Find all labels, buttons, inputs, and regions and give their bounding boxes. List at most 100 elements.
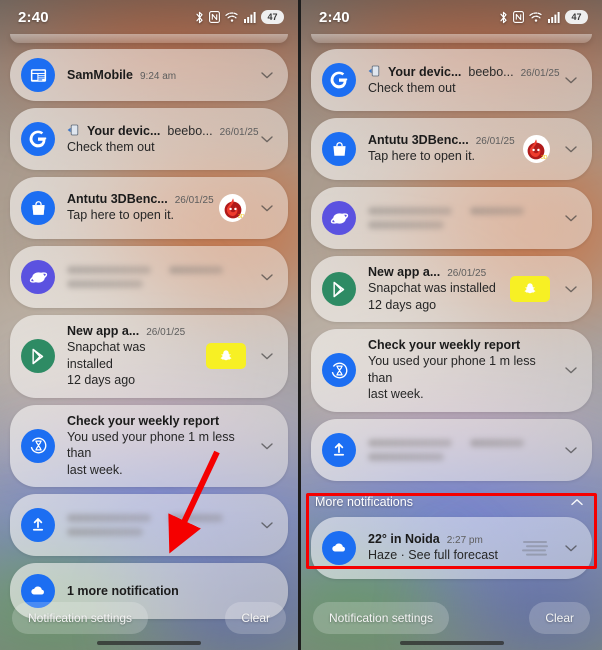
notification-subtitle: beebo...	[468, 65, 514, 80]
status-clock: 2:40	[319, 8, 350, 26]
notification-body: New app a... 26/01/25 Snapchat was insta…	[67, 324, 194, 389]
bluetooth-icon	[499, 11, 508, 24]
notification-time: 26/01/25	[447, 268, 487, 279]
chevron-up-icon[interactable]	[568, 493, 586, 511]
notification-play-store-new-app[interactable]: New app a... 26/01/25 Snapchat was insta…	[311, 256, 592, 322]
shade-handle-left[interactable]	[10, 34, 288, 43]
snapchat-ghost-icon	[206, 343, 246, 370]
weather-cloud-icon	[322, 530, 356, 565]
battery-icon: 47	[565, 10, 588, 24]
chevron-down-icon[interactable]	[258, 130, 276, 148]
notification-sammobile[interactable]: SamMobile 9:24 am	[10, 49, 288, 101]
status-icons: 47	[499, 10, 588, 24]
signal-icon	[244, 11, 256, 23]
notification-body: New app a... 26/01/25 Snapchat was insta…	[368, 265, 498, 313]
upload-arrow-icon	[21, 508, 55, 542]
notification-time: 9:24 am	[140, 71, 177, 82]
chevron-down-icon[interactable]	[562, 209, 580, 227]
redacted-content	[368, 207, 550, 229]
notification-body: 1 more notification	[67, 584, 276, 598]
nfc-icon	[209, 11, 220, 23]
notification-title: 22° in Noida	[368, 531, 440, 546]
notification-body: Your devic... beebo... 26/01/25 Check th…	[67, 122, 259, 156]
status-clock: 2:40	[18, 8, 49, 26]
chevron-down-icon[interactable]	[562, 539, 580, 557]
notification-software-update-redacted[interactable]	[10, 494, 288, 556]
notification-title: SamMobile	[67, 68, 133, 82]
notification-time: 26/01/25	[475, 136, 515, 148]
notification-body: Antutu 3DBenc... 26/01/25 Tap here to op…	[368, 133, 515, 165]
hourglass-icon	[21, 428, 55, 463]
notification-samsung-internet-redacted[interactable]	[311, 187, 592, 249]
notification-google-your-devices[interactable]: Your devic... beebo... 26/01/25 Check th…	[10, 108, 288, 170]
clear-button[interactable]: Clear	[529, 602, 590, 634]
device-icon	[368, 64, 380, 77]
redacted-content	[67, 266, 246, 288]
clear-button[interactable]: Clear	[225, 602, 286, 634]
status-bar-left: 2:40 47	[0, 0, 298, 34]
notification-time: 26/01/25	[146, 327, 186, 338]
chevron-down-icon[interactable]	[562, 71, 580, 89]
notification-text: You used your phone 1 m less than last w…	[368, 354, 536, 401]
chevron-down-icon[interactable]	[562, 441, 580, 459]
notification-text: Snapchat was installed 12 days ago	[368, 281, 496, 312]
chevron-down-icon[interactable]	[258, 199, 276, 217]
svg-text:3D: 3D	[541, 155, 548, 161]
chevron-down-icon[interactable]	[562, 361, 580, 379]
notification-body: Check your weekly report You used your p…	[368, 338, 550, 403]
notification-samsung-internet-redacted[interactable]	[10, 246, 288, 308]
chevron-down-icon[interactable]	[562, 140, 580, 158]
chevron-down-icon[interactable]	[258, 66, 276, 84]
notification-settings-button[interactable]: Notification settings	[12, 602, 149, 634]
newspaper-icon	[21, 58, 55, 92]
notification-time: 2:27 pm	[446, 534, 483, 546]
redacted-content	[67, 514, 246, 536]
notification-settings-button[interactable]: Notification settings	[313, 602, 450, 634]
more-notifications-header[interactable]: More notifications	[311, 493, 592, 511]
notification-body: Antutu 3DBenc... 26/01/25 Tap here to op…	[67, 192, 214, 224]
google-g-icon	[21, 122, 55, 156]
galaxy-store-bag-icon	[322, 132, 356, 166]
notification-text: Snapchat was installed 12 days ago	[67, 340, 146, 387]
notification-weather-noida[interactable]: 22° in Noida 2:27 pm Haze · See full for…	[311, 516, 592, 579]
notification-digital-wellbeing[interactable]: Check your weekly report You used your p…	[10, 404, 288, 487]
gesture-navbar[interactable]	[399, 641, 504, 645]
notification-play-store-new-app[interactable]: New app a... 26/01/25 Snapchat was insta…	[10, 315, 288, 398]
notification-text: Check them out	[368, 81, 456, 96]
samsung-internet-icon	[21, 260, 55, 294]
notification-title: Antutu 3DBenc...	[67, 192, 168, 207]
play-store-icon	[322, 272, 356, 306]
notification-text: Tap here to open it.	[368, 149, 476, 164]
shade-handle-right[interactable]	[311, 34, 592, 43]
upload-arrow-icon	[322, 432, 356, 467]
notification-google-your-devices[interactable]: Your devic... beebo... 26/01/25 Check th…	[311, 49, 592, 111]
chevron-down-icon[interactable]	[562, 280, 580, 298]
right-phone-panel: 2:40 47 Your devic... beebo... 26/01/25 …	[301, 0, 602, 650]
notification-digital-wellbeing[interactable]: Check your weekly report You used your p…	[311, 329, 592, 412]
notification-body: SamMobile 9:24 am	[67, 68, 246, 82]
svg-text:3D: 3D	[238, 214, 245, 220]
notification-body: Your devic... beebo... 26/01/25 Check th…	[368, 63, 560, 97]
gesture-navbar[interactable]	[97, 641, 201, 645]
notification-text: Tap here to open it.	[67, 208, 175, 223]
notification-body: 22° in Noida 2:27 pm Haze · See full for…	[368, 532, 508, 564]
chevron-down-icon[interactable]	[258, 268, 276, 286]
notification-title: New app a...	[67, 324, 140, 338]
notification-list-right: Your devic... beebo... 26/01/25 Check th…	[301, 43, 602, 481]
chevron-down-icon[interactable]	[258, 516, 276, 534]
chevron-down-icon[interactable]	[258, 437, 276, 455]
device-icon	[67, 123, 79, 136]
notification-title: 1 more notification	[67, 584, 179, 598]
haze-lines-icon	[520, 537, 550, 559]
bluetooth-icon	[195, 11, 204, 24]
notification-software-update-redacted[interactable]	[311, 418, 592, 481]
notification-text: Haze · See full forecast	[368, 547, 498, 562]
hourglass-icon	[322, 353, 356, 388]
notification-antutu-3dbench[interactable]: Antutu 3DBenc... 26/01/25 Tap here to op…	[311, 118, 592, 180]
notification-antutu-3dbench[interactable]: Antutu 3DBenc... 26/01/25 Tap here to op…	[10, 177, 288, 239]
notification-title: Check your weekly report	[368, 338, 521, 352]
google-g-icon	[322, 63, 356, 97]
left-phone-panel: 2:40 47 SamMobile 9:24 am Your devic... …	[0, 0, 301, 650]
chevron-down-icon[interactable]	[258, 347, 276, 365]
antutu-3d-icon: 3D	[219, 194, 246, 222]
